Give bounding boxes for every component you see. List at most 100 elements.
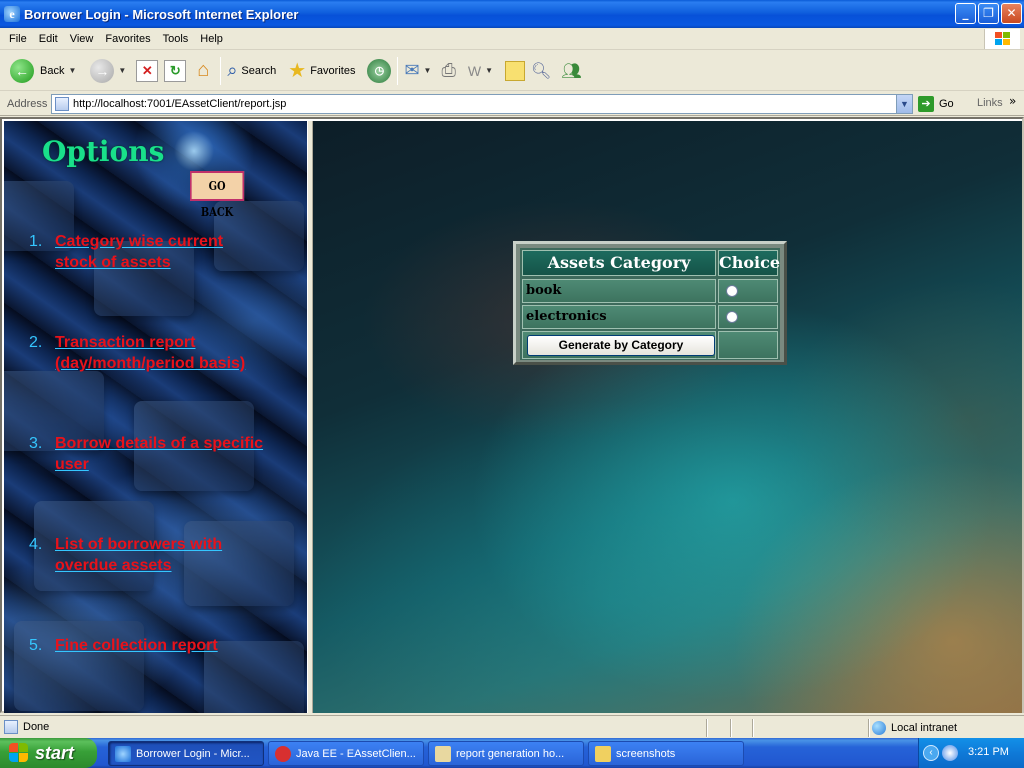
address-bar: Address http://localhost:7001/EAssetClie… [0,92,1024,116]
menu-favorites[interactable]: Favorites [99,33,156,45]
chevron-down-icon[interactable]: ▼ [424,66,432,75]
menu-bar: File Edit View Favorites Tools Help [0,28,1024,50]
mail-button[interactable]: ✉ ▼ [404,60,431,81]
clock[interactable]: 3:21 PM [968,746,1009,758]
edit-button[interactable]: W ▼ [468,63,493,79]
home-icon: ⌂ [197,58,210,81]
address-label: Address [7,97,48,110]
chevron-down-icon[interactable]: ▼ [896,95,912,113]
header-assets-category: Assets Category [522,250,716,276]
radio-electronics[interactable] [726,311,738,323]
search-icon: ⌕ [227,60,238,80]
print-button[interactable]: ⎙ [441,60,455,81]
favorites-button[interactable]: ★ Favorites [288,58,355,83]
address-url[interactable]: http://localhost:7001/EAssetClient/repor… [73,98,286,110]
menu-file[interactable]: File [3,33,33,45]
note-icon [505,60,526,81]
windows-flag-icon [9,743,29,763]
menu-view[interactable]: View [64,33,100,45]
ie-icon [115,745,131,762]
chevron-down-icon[interactable]: ▼ [118,66,126,75]
favorites-label: Favorites [310,64,356,77]
window-controls: _ ❐ ✕ [955,3,1022,24]
links-label[interactable]: Links [977,97,1003,109]
taskbar-item-screenshots[interactable]: screenshots [588,741,744,766]
page-icon [55,97,69,111]
back-arrow-icon: ← [10,58,34,83]
fine-collection-link[interactable]: Fine collection report [55,635,218,656]
option-number: 2. [29,334,43,351]
borrow-details-link[interactable]: Borrow details of a specific user [55,433,263,475]
windows-logo [984,29,1020,49]
status-divider [868,719,870,737]
system-tray: ‹ 3:21 PM [918,738,1024,768]
refresh-button[interactable]: ↻ [164,59,187,82]
messenger-icon: 👥︎ [561,62,582,80]
refresh-icon: ↻ [164,59,187,82]
option-number: 5. [29,637,43,654]
document-icon [435,745,451,762]
title-bar: e Borrower Login - Microsoft Internet Ex… [0,0,1024,28]
radio-book[interactable] [726,285,738,297]
history-button[interactable]: ◷ [367,58,392,83]
start-label: start [35,742,75,763]
edit-page-icon: W [467,62,482,79]
generate-by-category-button[interactable]: Generate by Category [527,335,715,356]
stop-icon: ✕ [136,59,159,82]
ie-icon: e [4,6,20,22]
research-icon: 🔍︎ [531,62,552,80]
back-button[interactable]: ← Back ▼ [10,58,76,83]
menu-tools[interactable]: Tools [157,33,195,45]
transaction-report-link[interactable]: Transaction report (day/month/period basi… [55,332,245,374]
network-icon[interactable] [942,745,958,761]
toolbar-separator [220,56,222,85]
taskbar-item-borrower-login[interactable]: Borrower Login - Micr... [108,741,264,766]
address-input[interactable]: http://localhost:7001/EAssetClient/repor… [51,94,913,114]
forward-button[interactable]: → ▼ [90,58,126,83]
discuss-button[interactable] [505,60,526,81]
security-zone[interactable]: Local intranet [872,721,957,735]
search-button[interactable]: ⌕ Search [227,60,276,81]
option-number: 3. [29,435,43,452]
printer-icon: ⎙ [441,60,456,80]
go-button[interactable]: ➔ Go [918,96,954,112]
stop-button[interactable]: ✕ [136,59,159,82]
go-arrow-icon: ➔ [918,96,934,112]
taskbar-item-report-generation[interactable]: report generation ho... [428,741,584,766]
forward-arrow-icon: → [90,58,115,83]
overdue-borrowers-link[interactable]: List of borrowers with overdue assets [55,534,222,576]
window-title: Borrower Login - Microsoft Internet Expl… [24,6,299,22]
status-divider [706,719,708,737]
go-back-button[interactable]: GO BACK [190,171,245,219]
taskbar-item-java-ee[interactable]: Java EE - EAssetClien... [268,741,424,766]
status-divider [730,719,732,737]
menu-edit[interactable]: Edit [33,33,64,45]
page-done-icon [4,720,18,734]
empty-cell [718,331,778,359]
status-divider [752,719,754,737]
search-label: Search [241,64,277,77]
category-stock-link[interactable]: Category wise current stock of assets [55,231,223,273]
status-bar: Done Local intranet [0,715,1024,738]
home-button[interactable]: ⌂ [192,60,214,82]
category-label-book: book [522,279,716,303]
close-button[interactable]: ✕ [1001,3,1022,24]
submit-cell: Generate by Category [522,331,716,359]
option-number: 1. [29,233,43,250]
history-icon: ◷ [367,58,392,83]
minimize-button[interactable]: _ [955,3,976,24]
chevron-right-icon[interactable]: » [1009,94,1016,108]
menu-help[interactable]: Help [194,33,229,45]
chevron-down-icon[interactable]: ▼ [68,66,76,75]
chevron-down-icon[interactable]: ▼ [485,66,493,75]
start-button[interactable]: start [0,738,97,768]
back-label: Back [40,64,65,77]
chevron-left-icon[interactable]: ‹ [923,745,939,761]
options-heading: Options [42,135,165,168]
status-text: Done [23,721,50,733]
research-button[interactable]: 🔍︎ [531,61,551,81]
go-label: Go [939,98,954,110]
restore-button[interactable]: ❐ [978,3,999,24]
header-choice: Choice [718,250,780,276]
messenger-button[interactable]: 👥︎ [561,61,581,81]
